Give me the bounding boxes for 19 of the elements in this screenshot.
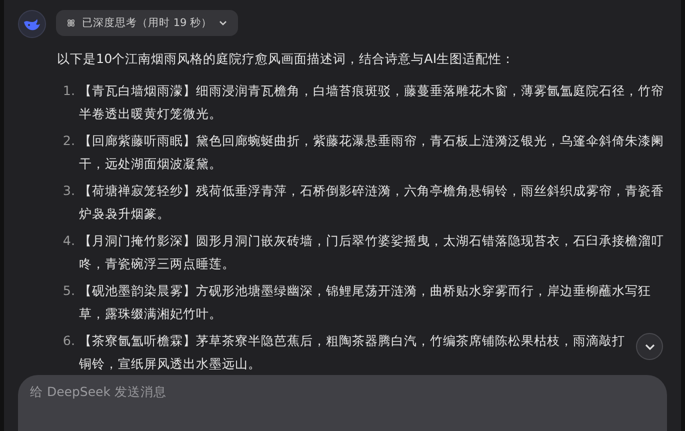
list-item-text: 【砚池墨韵染晨雾】方砚形池塘墨绿幽深，锦鲤尾荡开涟漪，曲桥贴水穿雾而行，岸边垂柳蘸水写狂草，露珠缀满湘妃竹叶。 — [79, 282, 652, 323]
atom-icon — [66, 18, 76, 28]
list-item-text: 【回廊紫藤听雨眠】黛色回廊蜿蜒曲折，紫藤花瀑悬垂雨帘，青石板上涟漪泛银光，乌篷伞斜倚朱漆阑干，远处湖面烟波凝黛。 — [79, 132, 665, 173]
list-number: 6. — [62, 332, 76, 350]
scroll-down-button[interactable] — [636, 333, 663, 360]
list-number: 2. — [62, 132, 76, 150]
list-item-text: 【茶寮氤氲听檐霖】茅草茶寮半隐芭蕉后，粗陶茶器腾白汽，竹编茶席铺陈松果枯枝，雨滴敲打铜铃，宣纸屏风透出水墨远山。 — [79, 332, 626, 373]
list-number: 4. — [62, 232, 76, 250]
list-item-text: 【青瓦白墙烟雨濛】细雨浸润青瓦檐角，白墙苔痕斑驳，藤蔓垂落雕花木窗，薄雾氤氲庭院石径，竹帘半卷透出暖黄灯笼微光。 — [79, 82, 665, 123]
chevron-icon — [218, 18, 228, 28]
message-input[interactable]: 给 DeepSeek 发送消息 — [18, 375, 667, 431]
list-item-text: 【月洞门掩竹影深】圆形月洞门嵌灰砖墙，门后翠竹婆娑摇曳，太湖石错落隐现苔衣，石臼承接檐溜叮咚，青瓷碗浮三两点睡莲。 — [79, 232, 665, 273]
list-number: 5. — [62, 282, 76, 300]
thinking-toggle[interactable]: 已深度思考（用时 19 秒） — [56, 10, 238, 36]
intro-text: 以下是10个江南烟雨风格的庭院疗愈风画面描述词，结合诗意与AI生图适配性： — [57, 50, 516, 68]
list-number: 3. — [62, 182, 76, 200]
list-number: 1. — [62, 82, 76, 100]
whale-icon — [18, 10, 46, 38]
list-item-text: 【荷塘禅寂笼轻纱】残荷低垂浮青萍，石桥倒影碎涟漪，六角亭檐角悬铜铃，雨丝斜织成雾帘，青瓷香炉袅袅升烟篆。 — [79, 182, 665, 223]
